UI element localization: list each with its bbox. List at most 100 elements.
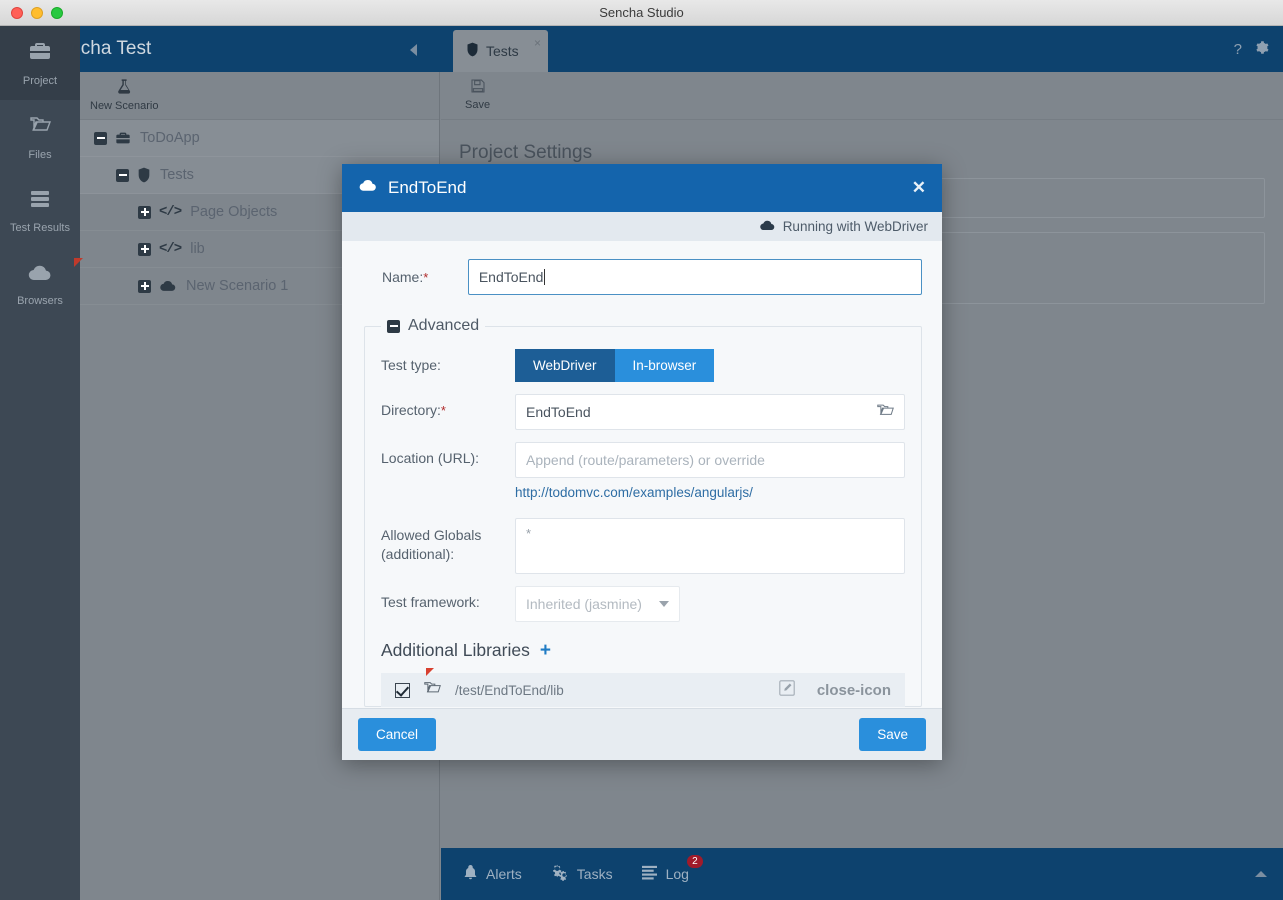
name-input[interactable]: EndToEnd — [467, 259, 922, 295]
location-placeholder: Append (route/parameters) or override — [526, 452, 765, 468]
tree-row-label: Tests — [160, 167, 194, 183]
runner-status-label: Running with WebDriver — [782, 219, 928, 234]
sidebar-item-files[interactable]: Files — [0, 100, 80, 174]
bell-icon — [463, 864, 478, 884]
log-lines-icon — [641, 865, 658, 883]
test-type-row: Test type: WebDriver In-browser — [381, 349, 905, 382]
library-actions: close-icon — [779, 679, 891, 701]
save-button[interactable]: Save — [859, 718, 926, 751]
sidebar-item-test-results[interactable]: Test Results — [0, 174, 80, 248]
log-label: Log — [665, 866, 689, 882]
tab-label: Tests — [486, 43, 519, 59]
text-cursor — [544, 269, 546, 285]
required-marker: * — [440, 403, 446, 418]
test-type-option-in-browser[interactable]: In-browser — [614, 349, 715, 382]
briefcase-icon — [115, 130, 131, 146]
sidebar-item-label: Files — [28, 149, 52, 161]
save-button[interactable]: Save — [455, 76, 500, 113]
cancel-button[interactable]: Cancel — [358, 718, 437, 751]
tab-tests[interactable]: Tests × — [453, 30, 548, 72]
error-flag-marker — [74, 258, 83, 267]
tasks-label: Tasks — [576, 866, 613, 882]
library-row[interactable]: /test/EndToEnd/lib close-icon — [381, 668, 905, 707]
location-input[interactable]: Append (route/parameters) or override — [515, 442, 905, 478]
sidebar-item-browsers[interactable]: Browsers — [0, 248, 80, 322]
sidebar-item-label: Browsers — [17, 295, 63, 307]
code-icon: </> — [159, 204, 182, 220]
test-framework-value: Inherited (jasmine) — [526, 596, 642, 612]
status-bar: Alerts Tasks Log 2 — [441, 848, 1283, 900]
advanced-section: Advanced Test type: WebDriver In-browser… — [364, 317, 922, 707]
allowed-globals-value: * — [526, 526, 532, 541]
expander-toggle[interactable] — [94, 131, 107, 145]
tree-row-label: Page Objects — [190, 204, 278, 220]
additional-libraries-title: Additional Libraries — [381, 640, 530, 660]
library-enabled-checkbox[interactable] — [395, 682, 410, 698]
dialog-footer: Cancel Save — [342, 708, 942, 760]
location-row: Location (URL): Append (route/parameters… — [381, 442, 905, 500]
expander-toggle[interactable] — [138, 205, 151, 219]
directory-label: Directory:* — [381, 394, 515, 418]
log-button[interactable]: Log 2 — [641, 855, 703, 883]
folder-icon — [28, 113, 52, 142]
test-framework-label: Test framework: — [381, 594, 480, 610]
test-type-option-webdriver[interactable]: WebDriver — [515, 349, 615, 382]
folder-open-icon[interactable] — [424, 681, 441, 700]
tree-row-label: New Scenario 1 — [186, 278, 289, 294]
expander-toggle[interactable] — [138, 242, 151, 256]
folder-open-icon[interactable] — [877, 403, 894, 421]
expander-toggle[interactable] — [116, 168, 129, 182]
close-icon[interactable]: close-icon — [817, 682, 891, 699]
sidebar-collapse-button[interactable] — [410, 44, 417, 56]
tasks-button[interactable]: Tasks — [550, 864, 613, 884]
tab-bar: Tests × — [441, 30, 1283, 72]
alerts-button[interactable]: Alerts — [463, 864, 522, 884]
dialog-body: Name:* EndToEnd Advanced Test type: WebD… — [342, 241, 942, 708]
dialog-header: EndToEnd ✕ — [342, 164, 942, 212]
library-path: /test/EndToEnd/lib — [455, 682, 564, 698]
floppy-disk-icon — [470, 78, 486, 97]
tree-row[interactable]: ToDoApp — [80, 120, 439, 157]
expand-statusbar-button[interactable] — [1255, 871, 1267, 877]
sidebar-item-label: Test Results — [10, 222, 70, 234]
location-hint: http://todomvc.com/examples/angularjs/ — [515, 485, 753, 500]
test-type-label: Test type: — [381, 357, 441, 373]
sidebar-item-label: Project — [22, 75, 58, 87]
collapse-toggle-icon[interactable] — [387, 319, 400, 333]
code-icon: </> — [159, 241, 182, 257]
shield-icon — [466, 42, 479, 60]
new-scenario-button[interactable]: New Scenario — [80, 76, 168, 114]
dialog-subbar: Running with WebDriver — [342, 212, 942, 241]
edit-scenario-dialog: EndToEnd ✕ Running with WebDriver Name:*… — [342, 164, 942, 760]
tree-row-label: lib — [190, 241, 205, 257]
name-field-row: Name:* EndToEnd — [362, 259, 922, 295]
left-nav-rail: Project Files Test Results Browsers — [0, 26, 80, 900]
directory-input[interactable]: EndToEnd — [515, 394, 905, 430]
close-icon[interactable]: ✕ — [912, 178, 926, 198]
app-window: Sencha Studio Sencha Test ? Project File… — [0, 0, 1283, 900]
save-label: Save — [465, 99, 491, 111]
cloud-icon — [759, 219, 776, 235]
directory-row: Directory:* EndToEnd — [381, 394, 905, 430]
allowed-globals-label: Allowed Globals (additional): — [381, 527, 482, 562]
close-icon[interactable]: × — [534, 36, 541, 50]
test-framework-select[interactable]: Inherited (jasmine) — [515, 586, 680, 622]
test-type-segmented-control[interactable]: WebDriver In-browser — [515, 349, 715, 382]
advanced-legend[interactable]: Advanced — [381, 317, 485, 335]
required-marker: * — [423, 270, 429, 285]
tree-row-label: ToDoApp — [140, 130, 200, 146]
advanced-legend-label: Advanced — [408, 317, 480, 334]
name-input-value: EndToEnd — [478, 269, 544, 285]
briefcase-icon — [28, 39, 52, 68]
add-library-button[interactable]: + — [540, 641, 551, 660]
sidebar-item-project[interactable]: Project — [0, 26, 80, 100]
pencil-icon[interactable] — [779, 679, 795, 701]
name-label: Name:* — [362, 269, 468, 285]
page-title: Project Settings — [459, 142, 593, 163]
allowed-globals-textarea[interactable]: * — [515, 518, 905, 574]
location-label: Location (URL): — [381, 450, 480, 466]
main-toolbar: Save — [441, 72, 1283, 120]
error-flag-marker — [426, 668, 434, 676]
new-scenario-label: New Scenario — [90, 100, 159, 112]
expander-toggle[interactable] — [138, 279, 151, 293]
